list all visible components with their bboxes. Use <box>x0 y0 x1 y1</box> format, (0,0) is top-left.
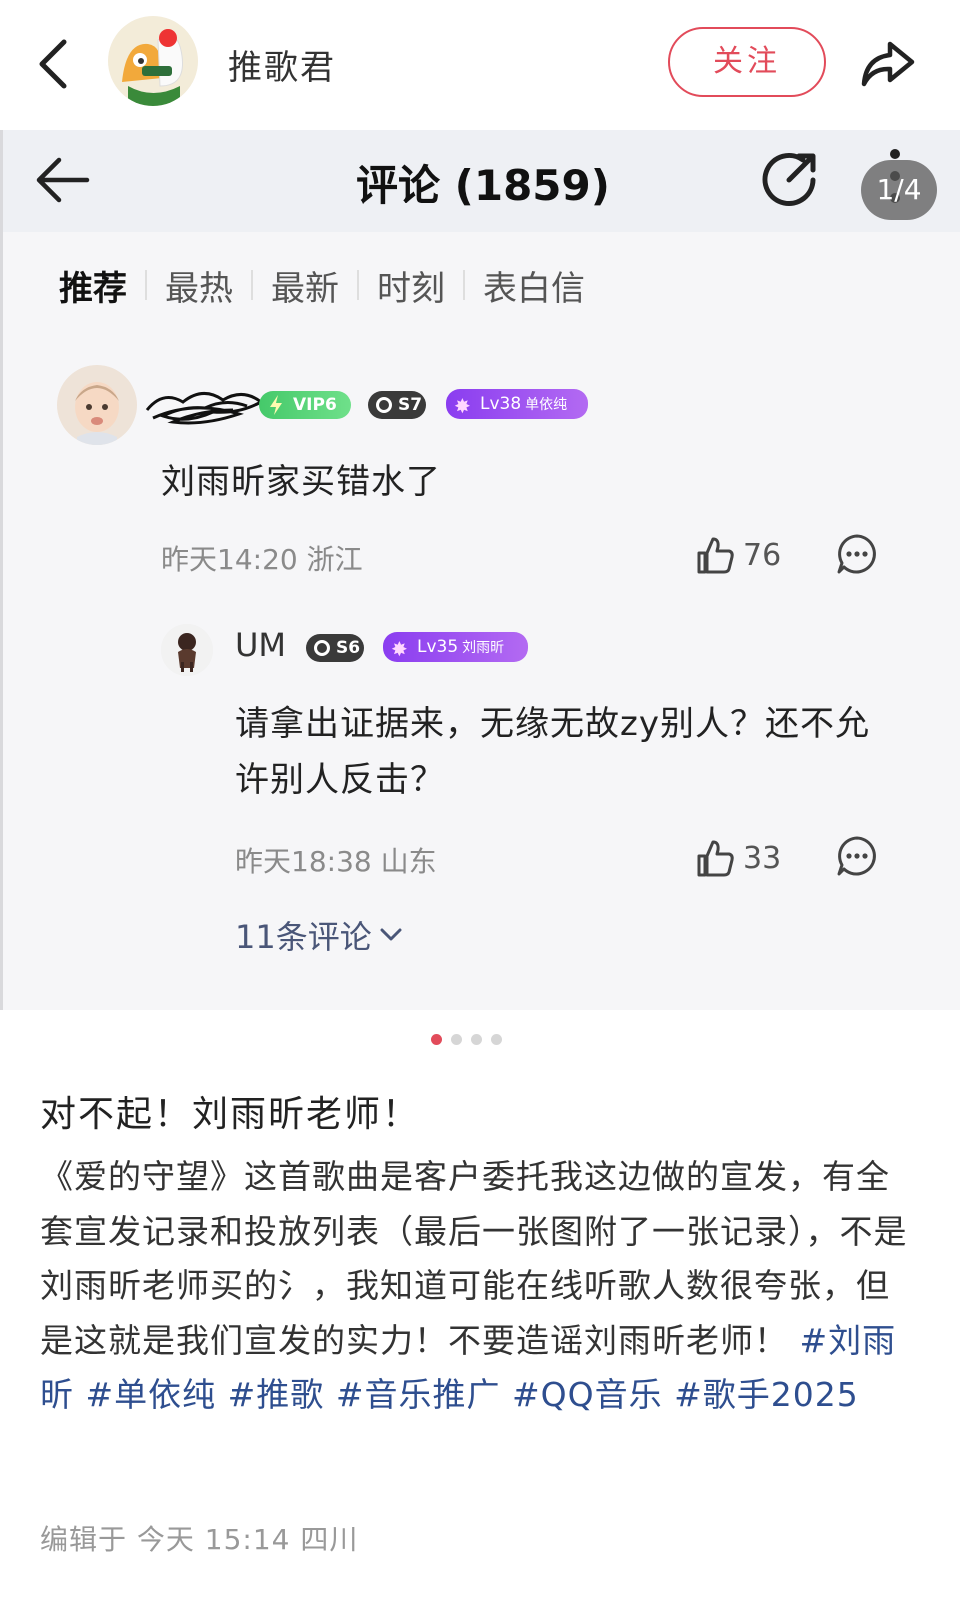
carousel-dot[interactable] <box>451 1034 462 1045</box>
reply-avatar <box>161 624 213 676</box>
s-level: S6 <box>336 638 361 658</box>
hashtag[interactable]: #单依纯 <box>86 1375 217 1414</box>
comment-text: 刘雨昕家买错水了 <box>161 462 441 502</box>
thumbs-up-icon <box>697 537 734 574</box>
reply-text: 请拿出证据来，无缘无故zy别人？还不允许别人反击？ <box>235 704 870 800</box>
tab-recommended: 推荐 <box>59 268 127 309</box>
carousel-dot[interactable] <box>471 1034 482 1045</box>
back-icon[interactable] <box>34 36 74 92</box>
post-body-text: 《爱的守望》这首歌曲是客户委托我这边做的宣发，有全套宣发记录和投放列表（最后一张… <box>40 1157 908 1360</box>
fan-level-badge: ✸ Lv35 刘雨昕 <box>383 632 528 662</box>
chevron-down-icon <box>380 928 402 941</box>
ring-icon <box>376 397 392 413</box>
comments-screenshot[interactable]: 评论 (1859) 1/4 推荐 最热 最新 时刻 表白信 VIP6 S7 ✸ … <box>0 130 960 1010</box>
carousel-indicator[interactable] <box>431 1034 511 1045</box>
comments-header: 评论 (1859) 1/4 <box>3 130 960 232</box>
reply-username: UM <box>235 626 287 664</box>
carousel-dot[interactable] <box>491 1034 502 1045</box>
tab-hottest: 最热 <box>165 268 233 309</box>
avatar[interactable] <box>108 16 198 106</box>
reply-meta: 昨天18:38 山东 <box>235 845 437 878</box>
comment-bubble-icon <box>835 532 879 576</box>
hashtag[interactable]: #歌手2025 <box>674 1375 859 1414</box>
carousel-dot[interactable] <box>431 1034 442 1045</box>
tab-newest: 最新 <box>271 268 339 309</box>
share-icon[interactable] <box>858 38 918 90</box>
more-replies-link: 11条评论 <box>235 912 404 958</box>
vip-badge: VIP6 <box>259 391 351 419</box>
hashtag[interactable]: #QQ音乐 <box>512 1375 663 1414</box>
s-level-badge: S7 <box>368 391 426 419</box>
hashtag[interactable]: #音乐推广 <box>336 1375 501 1414</box>
sparkle-icon: ✸ <box>454 394 471 418</box>
ring-icon <box>314 640 330 656</box>
post-edit-meta: 编辑于 今天 15:14 四川 <box>40 1523 359 1556</box>
follow-button[interactable]: 关注 <box>668 27 826 97</box>
like-button: 76 <box>693 533 781 577</box>
top-bar: 推歌君 关注 <box>0 0 960 128</box>
more-replies-label: 11条评论 <box>235 918 372 956</box>
page-indicator: 1/4 <box>861 160 937 220</box>
fan-level-badge: ✸ Lv38 单依纯 <box>446 389 588 419</box>
post-body: 《爱的守望》这首歌曲是客户委托我这边做的宣发，有全套宣发记录和投放列表（最后一张… <box>40 1150 920 1423</box>
s-level-badge: S6 <box>306 634 364 662</box>
username[interactable]: 推歌君 <box>228 40 336 89</box>
like-count: 33 <box>743 840 782 876</box>
share-external-icon <box>759 148 821 210</box>
fan-level: Lv38 <box>480 394 522 414</box>
comment-meta: 昨天14:20 浙江 <box>161 543 363 576</box>
comment-tabs: 推荐 最热 最新 时刻 表白信 <box>55 260 603 310</box>
redacted-username <box>143 380 265 430</box>
like-count: 76 <box>743 537 782 573</box>
fan-level-name: 单依纯 <box>525 397 568 413</box>
post-title: 对不起！刘雨昕老师！ <box>40 1094 421 1135</box>
like-button: 33 <box>693 836 781 880</box>
tab-love-letters: 表白信 <box>483 268 585 309</box>
tab-moments: 时刻 <box>377 268 445 309</box>
commenter-avatar <box>57 365 137 445</box>
sparkle-icon: ✸ <box>391 637 408 661</box>
fan-level-name: 刘雨昕 <box>462 640 505 656</box>
fan-level: Lv35 <box>417 637 459 657</box>
vip-level: VIP6 <box>293 395 337 415</box>
bolt-icon <box>267 394 285 416</box>
s-level: S7 <box>398 395 423 415</box>
thumbs-up-icon <box>697 840 734 877</box>
comment-bubble-icon <box>835 834 879 878</box>
hashtag[interactable]: #推歌 <box>228 1375 325 1414</box>
